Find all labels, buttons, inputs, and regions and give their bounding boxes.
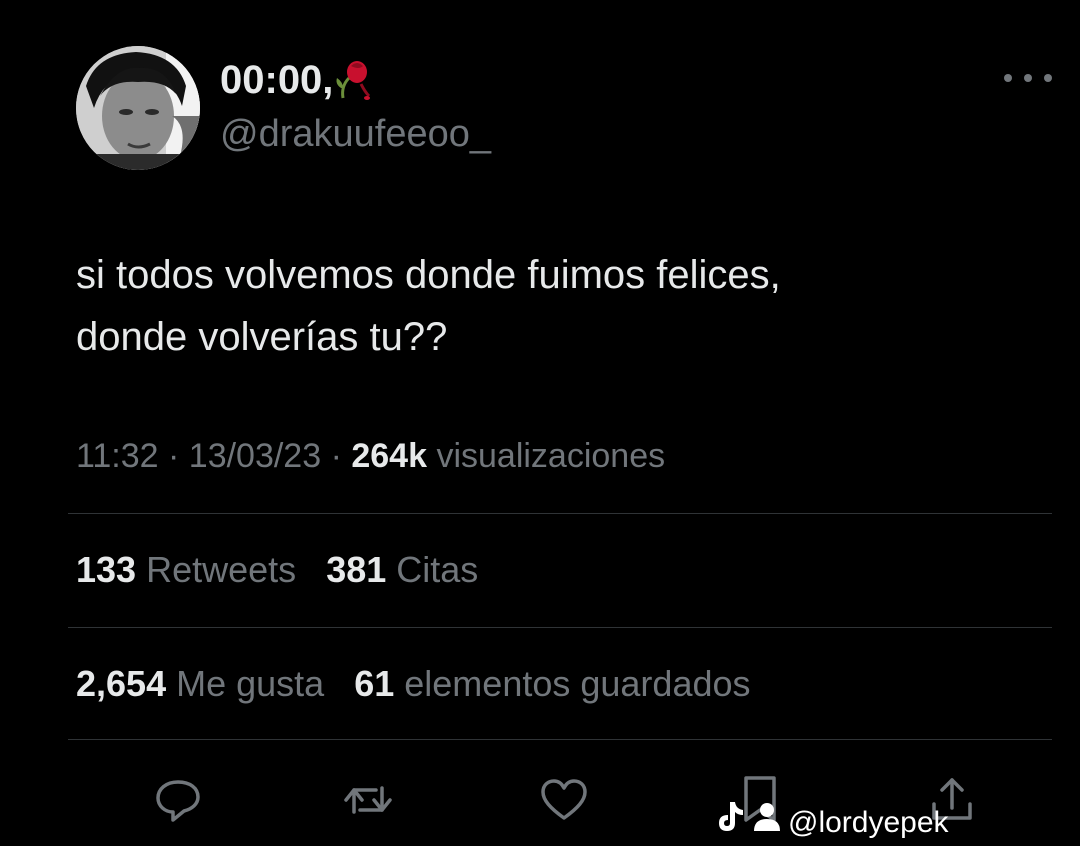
meta-separator: · (158, 437, 189, 475)
more-options-icon[interactable] (1004, 66, 1052, 90)
user-icon (752, 801, 782, 844)
quotes-stat[interactable]: 381 Citas (326, 549, 478, 590)
divider (68, 513, 1052, 514)
tweet-text-line: si todos volvemos donde fuimos felices, (76, 253, 781, 297)
bookmarks-stat[interactable]: 61 elementos guardados (354, 663, 750, 704)
avatar-image (76, 46, 200, 170)
meta-separator: · (321, 437, 352, 475)
author-display-name[interactable]: 00:00, (220, 58, 371, 102)
display-name-text: 00:00, (220, 58, 334, 102)
divider (68, 739, 1052, 740)
views-count: 264k (351, 437, 427, 475)
bookmarks-label: elementos guardados (404, 663, 751, 704)
retweets-stat[interactable]: 133 Retweets (76, 549, 296, 590)
tweet-text: si todos volvemos donde fuimos felices, … (76, 244, 1036, 368)
tiktok-watermark: @lordyepek (716, 800, 949, 845)
tweet-text-line: donde volverías tu?? (76, 315, 448, 359)
retweets-label: Retweets (146, 549, 297, 590)
likes-label: Me gusta (176, 663, 325, 704)
bookmarks-count: 61 (354, 663, 395, 704)
more-dot (1004, 74, 1012, 82)
tweet-date[interactable]: 13/03/23 (189, 437, 321, 475)
wilted-rose-icon (335, 58, 371, 102)
stats-row-likes: 2,654 Me gusta 61 elementos guardados (76, 662, 751, 706)
quotes-count: 381 (326, 549, 387, 590)
more-dot (1044, 74, 1052, 82)
tweet-detail-page: 00:00, @drakuufeeoo_ si todos volvemos d… (0, 0, 1080, 846)
views-label: visualizaciones (436, 437, 666, 475)
like-icon[interactable] (538, 774, 590, 826)
tweet-meta: 11:32 · 13/03/23 · 264k visualizaciones (76, 434, 665, 478)
author-handle[interactable]: @drakuufeeoo_ (220, 112, 491, 156)
more-dot (1024, 74, 1032, 82)
avatar[interactable] (76, 46, 200, 170)
quotes-label: Citas (396, 549, 479, 590)
watermark-handle: @lordyepek (788, 805, 949, 839)
tiktok-icon (716, 800, 746, 845)
stats-row-reposts: 133 Retweets 381 Citas (76, 548, 478, 592)
retweet-icon[interactable] (342, 774, 394, 826)
likes-stat[interactable]: 2,654 Me gusta (76, 663, 324, 704)
divider (68, 627, 1052, 628)
likes-count: 2,654 (76, 663, 167, 704)
reply-icon[interactable] (152, 774, 204, 826)
retweets-count: 133 (76, 549, 137, 590)
tweet-time[interactable]: 11:32 (76, 437, 159, 475)
